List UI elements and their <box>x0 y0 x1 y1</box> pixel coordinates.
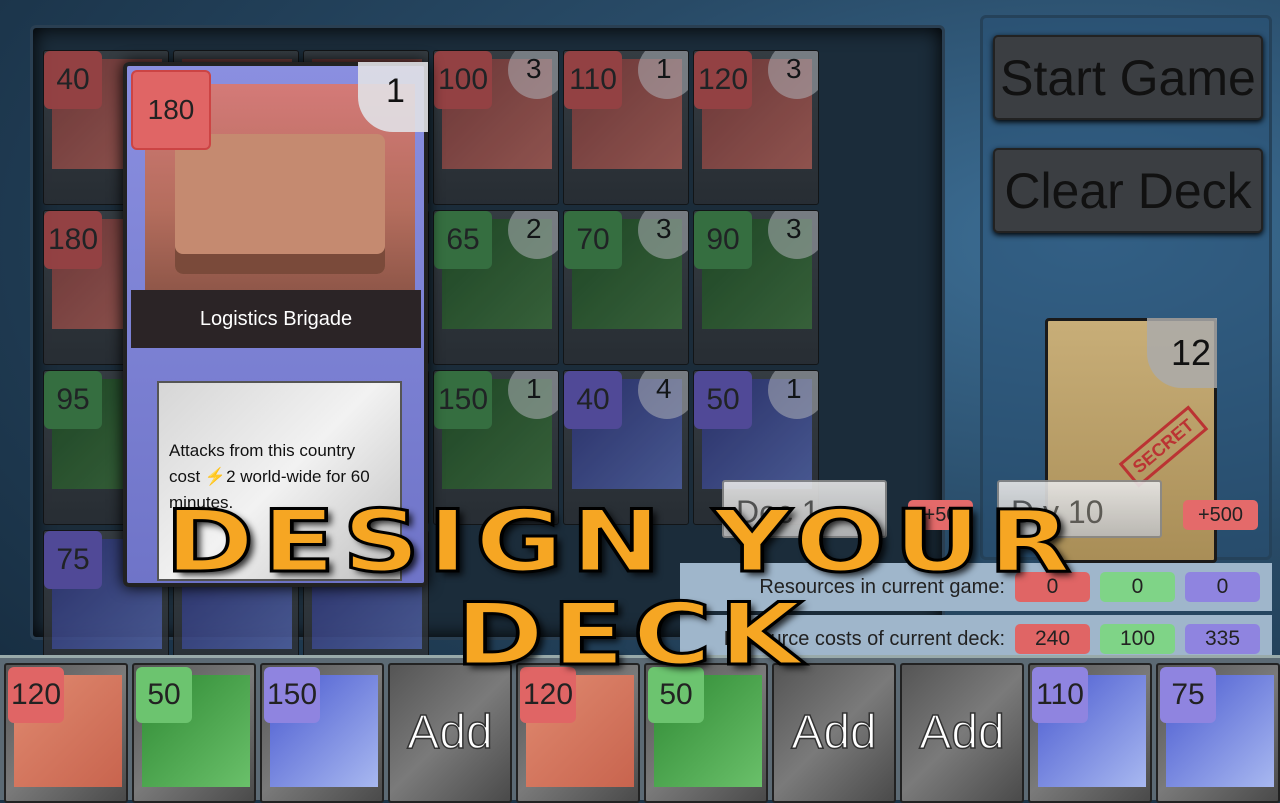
card-cost: 90 <box>694 211 752 269</box>
deck-card[interactable]: 150 <box>260 663 384 803</box>
collection-card[interactable]: 70 3 <box>563 210 689 365</box>
card-cost: 120 <box>8 667 64 723</box>
collection-card[interactable]: 100 3 <box>433 50 559 205</box>
card-cost: 75 <box>44 531 102 589</box>
secret-stamp: SECRET <box>1118 405 1209 488</box>
title-line-2: DECK <box>453 584 810 687</box>
card-cost: 70 <box>564 211 622 269</box>
card-cost: 75 <box>1160 667 1216 723</box>
current-purple: 0 <box>1185 572 1260 602</box>
deck-card[interactable]: 50 <box>132 663 256 803</box>
deck-card[interactable]: 75 <box>1156 663 1280 803</box>
add-card-slot[interactable]: Add <box>900 663 1024 803</box>
card-count: 1 <box>358 62 428 132</box>
add-label: Add <box>919 705 1006 760</box>
truck-image <box>175 134 385 274</box>
cost-red: 240 <box>1015 624 1090 654</box>
current-green: 0 <box>1100 572 1175 602</box>
card-cost: 110 <box>1032 667 1088 723</box>
collection-card[interactable]: 110 1 <box>563 50 689 205</box>
add-label: Add <box>407 705 494 760</box>
card-cost: 40 <box>564 371 622 429</box>
card-cost: 180 <box>131 70 211 150</box>
card-cost: 100 <box>434 51 492 109</box>
card-cost: 50 <box>694 371 752 429</box>
deck-count: 12 <box>1147 318 1217 388</box>
cost-green: 100 <box>1100 624 1175 654</box>
collection-card[interactable]: 65 2 <box>433 210 559 365</box>
add-label: Add <box>791 705 878 760</box>
card-cost: 50 <box>136 667 192 723</box>
title-line-1: DESIGN YOUR <box>163 491 1079 594</box>
card-cost: 110 <box>564 51 622 109</box>
card-cost: 120 <box>694 51 752 109</box>
collection-card[interactable]: 120 3 <box>693 50 819 205</box>
card-cost: 180 <box>44 211 102 269</box>
card-cost: 40 <box>44 51 102 109</box>
card-cost: 95 <box>44 371 102 429</box>
plus-500-button[interactable]: +500 <box>1183 500 1258 530</box>
collection-card[interactable]: 90 3 <box>693 210 819 365</box>
cost-purple: 335 <box>1185 624 1260 654</box>
clear-deck-button[interactable]: Clear Deck <box>993 148 1263 233</box>
card-cost: 65 <box>434 211 492 269</box>
card-cost: 150 <box>264 667 320 723</box>
deck-card[interactable]: 120 <box>4 663 128 803</box>
deck-card[interactable]: 110 <box>1028 663 1152 803</box>
card-cost: 150 <box>434 371 492 429</box>
start-game-button[interactable]: Start Game <box>993 35 1263 120</box>
card-name: Logistics Brigade <box>131 290 421 348</box>
